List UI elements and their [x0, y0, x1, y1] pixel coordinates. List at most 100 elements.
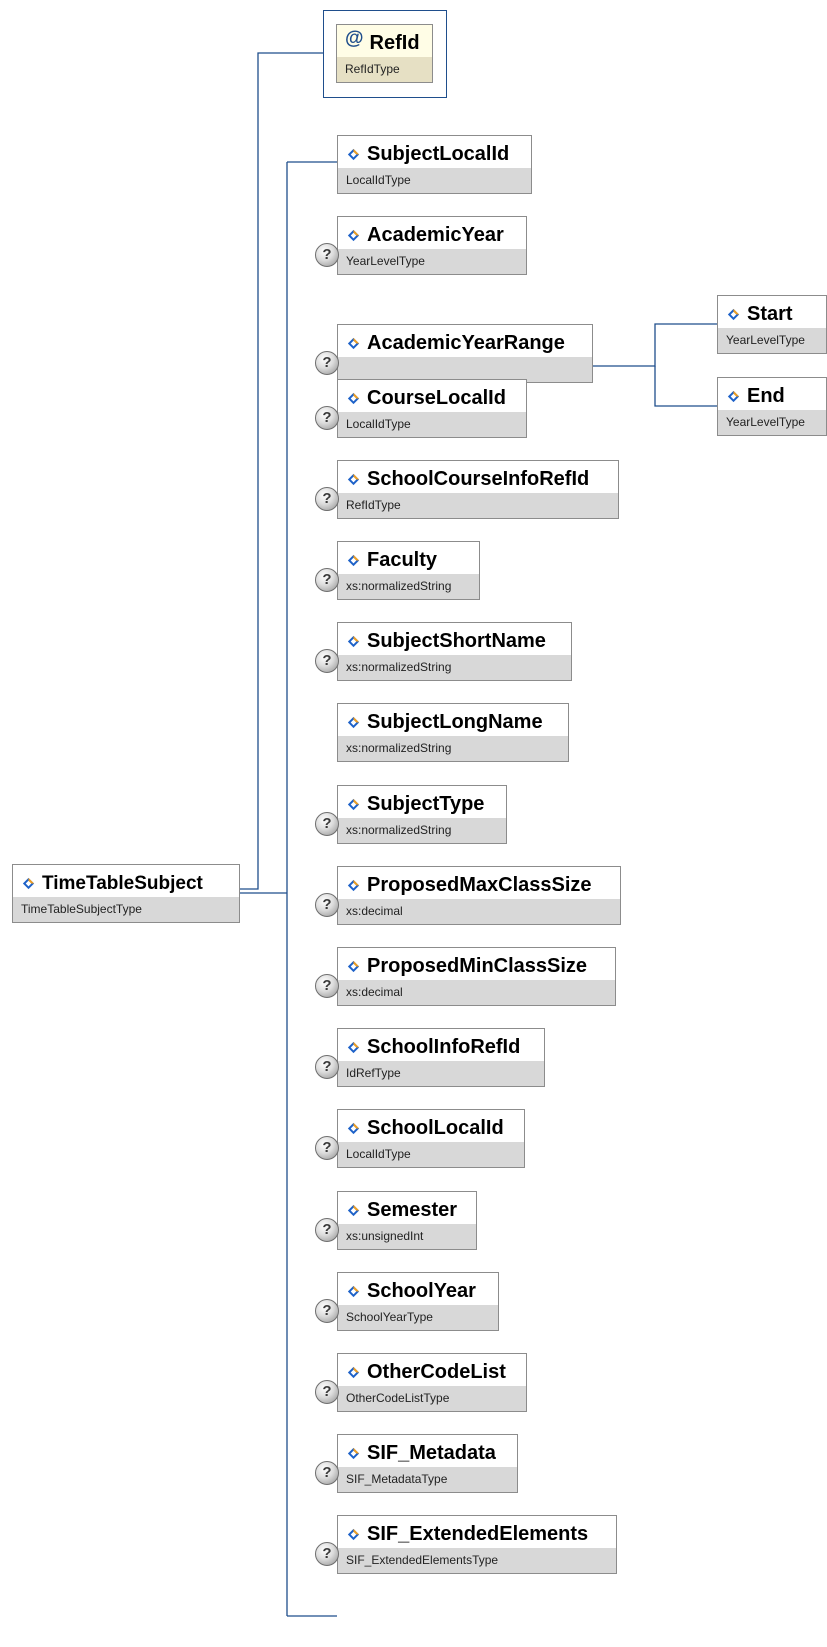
element-diamond-icon — [347, 337, 360, 350]
element-name: SIF_ExtendedElements — [367, 1523, 589, 1545]
element-name: SIF_Metadata — [367, 1442, 496, 1464]
element-diamond-icon — [347, 1122, 360, 1135]
element-diamond-icon — [347, 392, 360, 405]
element-name: SubjectType — [367, 793, 485, 815]
optional-question-icon: ? — [315, 1461, 339, 1485]
element-diamond-icon — [347, 148, 360, 161]
element-name: Semester — [367, 1199, 458, 1221]
element-type: SIF_MetadataType — [338, 1467, 517, 1492]
element-name: AcademicYearRange — [367, 332, 565, 354]
element-diamond-icon — [347, 1528, 360, 1541]
element-proposedmaxclasssize[interactable]: ProposedMaxClassSize xs:decimal — [337, 866, 621, 925]
element-diamond-icon — [347, 1041, 360, 1054]
element-end[interactable]: End YearLevelType — [717, 377, 827, 436]
element-diamond-icon — [347, 1366, 360, 1379]
element-diamond-icon — [347, 554, 360, 567]
element-diamond-icon — [347, 716, 360, 729]
optional-question-icon: ? — [315, 812, 339, 836]
element-type: IdRefType — [338, 1061, 544, 1086]
element-schoolyear[interactable]: SchoolYear SchoolYearType — [337, 1272, 499, 1331]
element-courselocalid[interactable]: CourseLocalId LocalIdType — [337, 379, 527, 438]
element-type: SchoolYearType — [338, 1305, 498, 1330]
element-diamond-icon — [347, 960, 360, 973]
element-academicyearrange[interactable]: AcademicYearRange — [337, 324, 593, 383]
element-diamond-icon — [727, 308, 740, 321]
element-name: OtherCodeList — [367, 1361, 506, 1383]
element-schoolcourseinforefid[interactable]: SchoolCourseInfoRefId RefIdType — [337, 460, 619, 519]
element-diamond-icon — [727, 390, 740, 403]
optional-question-icon: ? — [315, 1218, 339, 1242]
attribute-name: RefId — [369, 32, 420, 54]
element-sif-extendedelements[interactable]: SIF_ExtendedElements SIF_ExtendedElements… — [337, 1515, 617, 1574]
element-type: xs:unsignedInt — [338, 1224, 476, 1249]
attribute-at-icon: @ — [345, 27, 364, 49]
element-type: SIF_ExtendedElementsType — [338, 1548, 616, 1573]
element-type: xs:normalizedString — [338, 818, 506, 843]
element-type: YearLevelType — [338, 249, 526, 274]
element-diamond-icon — [347, 473, 360, 486]
element-diamond-icon — [347, 879, 360, 892]
optional-question-icon: ? — [315, 974, 339, 998]
element-subjecttype[interactable]: SubjectType xs:normalizedString — [337, 785, 507, 844]
element-name: Faculty — [367, 549, 438, 571]
element-name: CourseLocalId — [367, 387, 506, 409]
optional-question-icon: ? — [315, 1380, 339, 1404]
optional-question-icon: ? — [315, 243, 339, 267]
element-proposedminclasssize[interactable]: ProposedMinClassSize xs:decimal — [337, 947, 616, 1006]
element-academicyear[interactable]: AcademicYear YearLevelType — [337, 216, 527, 275]
element-name: SchoolLocalId — [367, 1117, 504, 1139]
element-sif-metadata[interactable]: SIF_Metadata SIF_MetadataType — [337, 1434, 518, 1493]
element-name: ProposedMaxClassSize — [367, 874, 592, 896]
element-name: AcademicYear — [367, 224, 504, 246]
element-name: End — [747, 385, 785, 407]
element-semester[interactable]: Semester xs:unsignedInt — [337, 1191, 477, 1250]
element-subjectshortname[interactable]: SubjectShortName xs:normalizedString — [337, 622, 572, 681]
element-diamond-icon — [347, 1204, 360, 1217]
element-type: LocalIdType — [338, 412, 526, 437]
optional-question-icon: ? — [315, 406, 339, 430]
element-type: xs:decimal — [338, 980, 615, 1005]
element-schoollocalid[interactable]: SchoolLocalId LocalIdType — [337, 1109, 525, 1168]
element-name: SubjectShortName — [367, 630, 546, 652]
element-type: LocalIdType — [338, 168, 531, 193]
element-type: xs:normalizedString — [338, 655, 571, 680]
element-diamond-icon — [22, 877, 35, 890]
element-type: RefIdType — [338, 493, 618, 518]
element-diamond-icon — [347, 1285, 360, 1298]
element-diamond-icon — [347, 1447, 360, 1460]
element-name: SchoolYear — [367, 1280, 476, 1302]
element-subjectlocalid[interactable]: SubjectLocalId LocalIdType — [337, 135, 532, 194]
attribute-type: RefIdType — [337, 57, 432, 82]
element-name: SubjectLocalId — [367, 143, 510, 165]
element-type: xs:normalizedString — [338, 574, 479, 599]
optional-question-icon: ? — [315, 487, 339, 511]
element-name: SubjectLongName — [367, 711, 543, 733]
optional-question-icon: ? — [315, 351, 339, 375]
optional-question-icon: ? — [315, 1136, 339, 1160]
element-type: YearLevelType — [718, 410, 826, 435]
attribute-refid[interactable]: @ RefId RefIdType — [336, 24, 433, 83]
element-type: xs:normalizedString — [338, 736, 568, 761]
optional-question-icon: ? — [315, 649, 339, 673]
element-name: Start — [747, 303, 793, 325]
element-name: ProposedMinClassSize — [367, 955, 588, 977]
optional-question-icon: ? — [315, 1055, 339, 1079]
element-name: SchoolInfoRefId — [367, 1036, 521, 1058]
element-faculty[interactable]: Faculty xs:normalizedString — [337, 541, 480, 600]
optional-question-icon: ? — [315, 568, 339, 592]
element-name: TimeTableSubject — [42, 872, 203, 894]
element-othercodelist[interactable]: OtherCodeList OtherCodeListType — [337, 1353, 527, 1412]
element-diamond-icon — [347, 229, 360, 242]
element-type: OtherCodeListType — [338, 1386, 526, 1411]
optional-question-icon: ? — [315, 1542, 339, 1566]
element-type: TimeTableSubjectType — [13, 897, 239, 922]
optional-question-icon: ? — [315, 1299, 339, 1323]
element-start[interactable]: Start YearLevelType — [717, 295, 827, 354]
element-type: YearLevelType — [718, 328, 826, 353]
element-diamond-icon — [347, 798, 360, 811]
element-schoolinforefid[interactable]: SchoolInfoRefId IdRefType — [337, 1028, 545, 1087]
root-element-timetablesubject[interactable]: TimeTableSubject TimeTableSubjectType — [12, 864, 240, 923]
element-diamond-icon — [347, 635, 360, 648]
element-subjectlongname[interactable]: SubjectLongName xs:normalizedString — [337, 703, 569, 762]
element-type: LocalIdType — [338, 1142, 524, 1167]
